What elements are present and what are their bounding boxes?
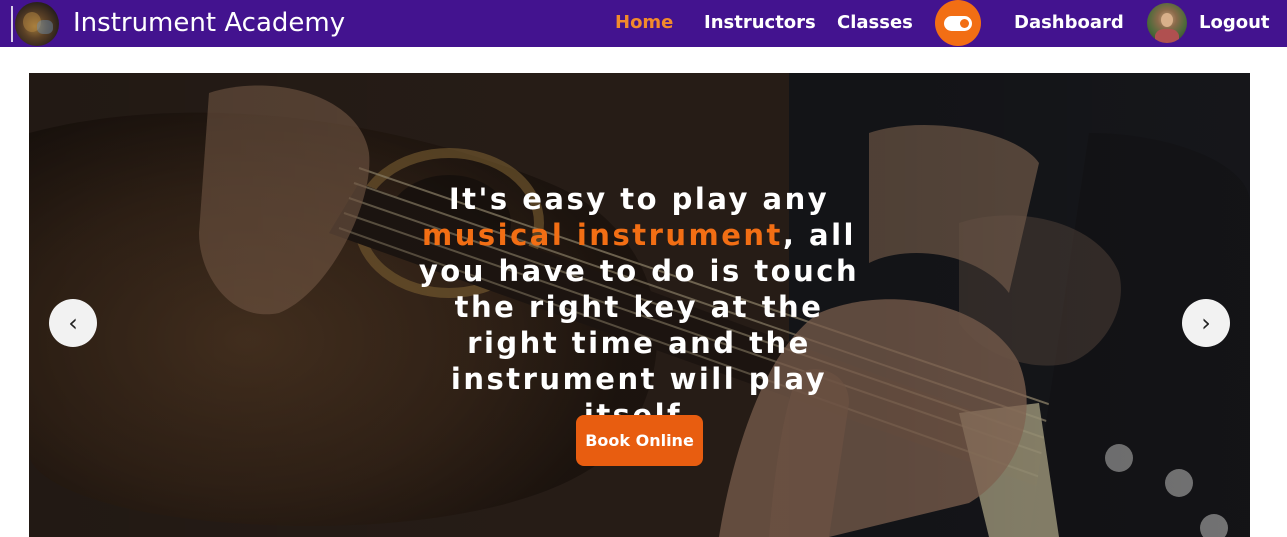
guitar-logo-icon[interactable] bbox=[15, 2, 59, 46]
brand-title[interactable]: Instrument Academy bbox=[73, 6, 345, 40]
chevron-right-icon: › bbox=[1201, 309, 1211, 337]
nav-link-logout[interactable]: Logout bbox=[1199, 11, 1270, 35]
window-edge-line bbox=[11, 6, 13, 42]
hero-carousel: It's easy to play any musical instrument… bbox=[29, 73, 1250, 537]
nav-link-instructors[interactable]: Instructors bbox=[704, 11, 816, 35]
carousel-prev-button[interactable]: ‹ bbox=[49, 299, 97, 347]
nav-link-dashboard[interactable]: Dashboard bbox=[1014, 11, 1124, 35]
headline-text-start: It's easy to play any bbox=[448, 182, 830, 216]
headline-highlight: musical instrument bbox=[422, 218, 783, 252]
chevron-left-icon: ‹ bbox=[68, 309, 78, 337]
hero-headline: It's easy to play any musical instrument… bbox=[409, 181, 869, 433]
top-navbar: Instrument Academy Home Instructors Clas… bbox=[0, 0, 1287, 47]
nav-link-classes[interactable]: Classes bbox=[837, 11, 913, 35]
nav-link-home[interactable]: Home bbox=[615, 11, 673, 35]
theme-toggle-button[interactable] bbox=[935, 0, 981, 46]
book-online-button[interactable]: Book Online bbox=[576, 415, 703, 466]
user-avatar[interactable] bbox=[1147, 3, 1187, 43]
carousel-next-button[interactable]: › bbox=[1182, 299, 1230, 347]
toggle-switch-icon bbox=[944, 16, 972, 31]
